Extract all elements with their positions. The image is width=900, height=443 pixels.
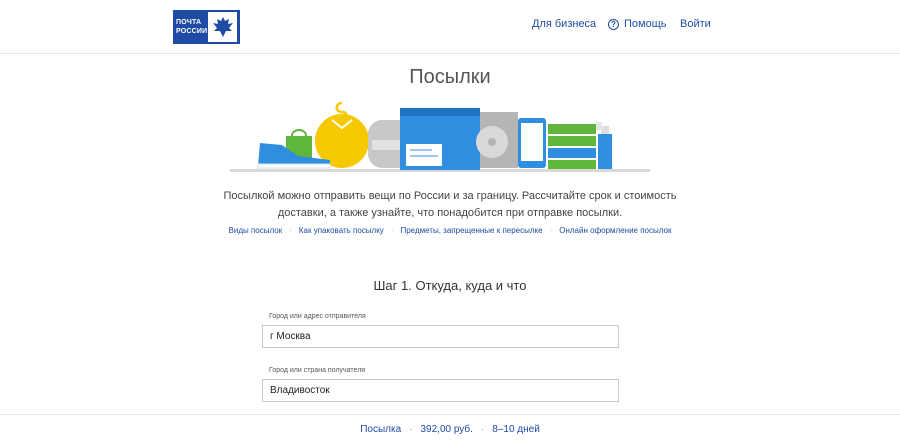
separator-dot: · xyxy=(289,226,292,235)
separator-dot: · xyxy=(409,423,413,435)
link-how-to-pack[interactable]: Как упаковать посылку xyxy=(299,226,384,235)
page-description: Посылкой можно отправить вещи по России … xyxy=(223,190,677,219)
header: ПОЧТА РОССИИ Для бизнеса ? Помощь Войти xyxy=(0,0,900,54)
summary-price[interactable]: 392,00 руб. xyxy=(420,424,472,435)
recipient-address-input[interactable] xyxy=(262,379,619,402)
nav-business-link[interactable]: Для бизнеса xyxy=(532,18,596,30)
logo[interactable]: ПОЧТА РОССИИ xyxy=(173,10,240,44)
sender-address-input[interactable] xyxy=(262,325,619,348)
link-parcel-types[interactable]: Виды посылок xyxy=(229,226,283,235)
link-online-registration[interactable]: Онлайн оформление посылок xyxy=(559,226,671,235)
nav-login-link[interactable]: Войти xyxy=(680,18,711,30)
page-title: Посылки xyxy=(409,66,491,88)
summary-type[interactable]: Посылка xyxy=(360,424,401,435)
recipient-address-label: Город или страна получателя xyxy=(269,367,366,374)
separator-dot: · xyxy=(390,226,394,235)
parcels-illustration xyxy=(230,98,650,173)
separator-dot: · xyxy=(480,423,485,435)
link-prohibited-items[interactable]: Предметы, запрещенные к пересылке xyxy=(400,226,542,235)
nav-help-link[interactable]: ? Помощь xyxy=(608,18,667,30)
nav-help-label: Помощь xyxy=(624,18,667,30)
sender-address-label: Город или адрес отправителя xyxy=(269,313,366,320)
step-title: Шаг 1. Откуда, куда и что xyxy=(373,278,527,293)
eagle-icon xyxy=(208,12,237,42)
logo-text: ПОЧТА РОССИИ xyxy=(176,19,208,35)
info-links: Виды посылок · Как упаковать посылку · П… xyxy=(0,226,900,235)
summary-bar: Посылка · 392,00 руб. · 8–10 дней xyxy=(0,414,900,443)
separator-dot: · xyxy=(549,226,553,235)
question-circle-icon: ? xyxy=(608,18,619,30)
summary-term[interactable]: 8–10 дней xyxy=(492,424,540,435)
